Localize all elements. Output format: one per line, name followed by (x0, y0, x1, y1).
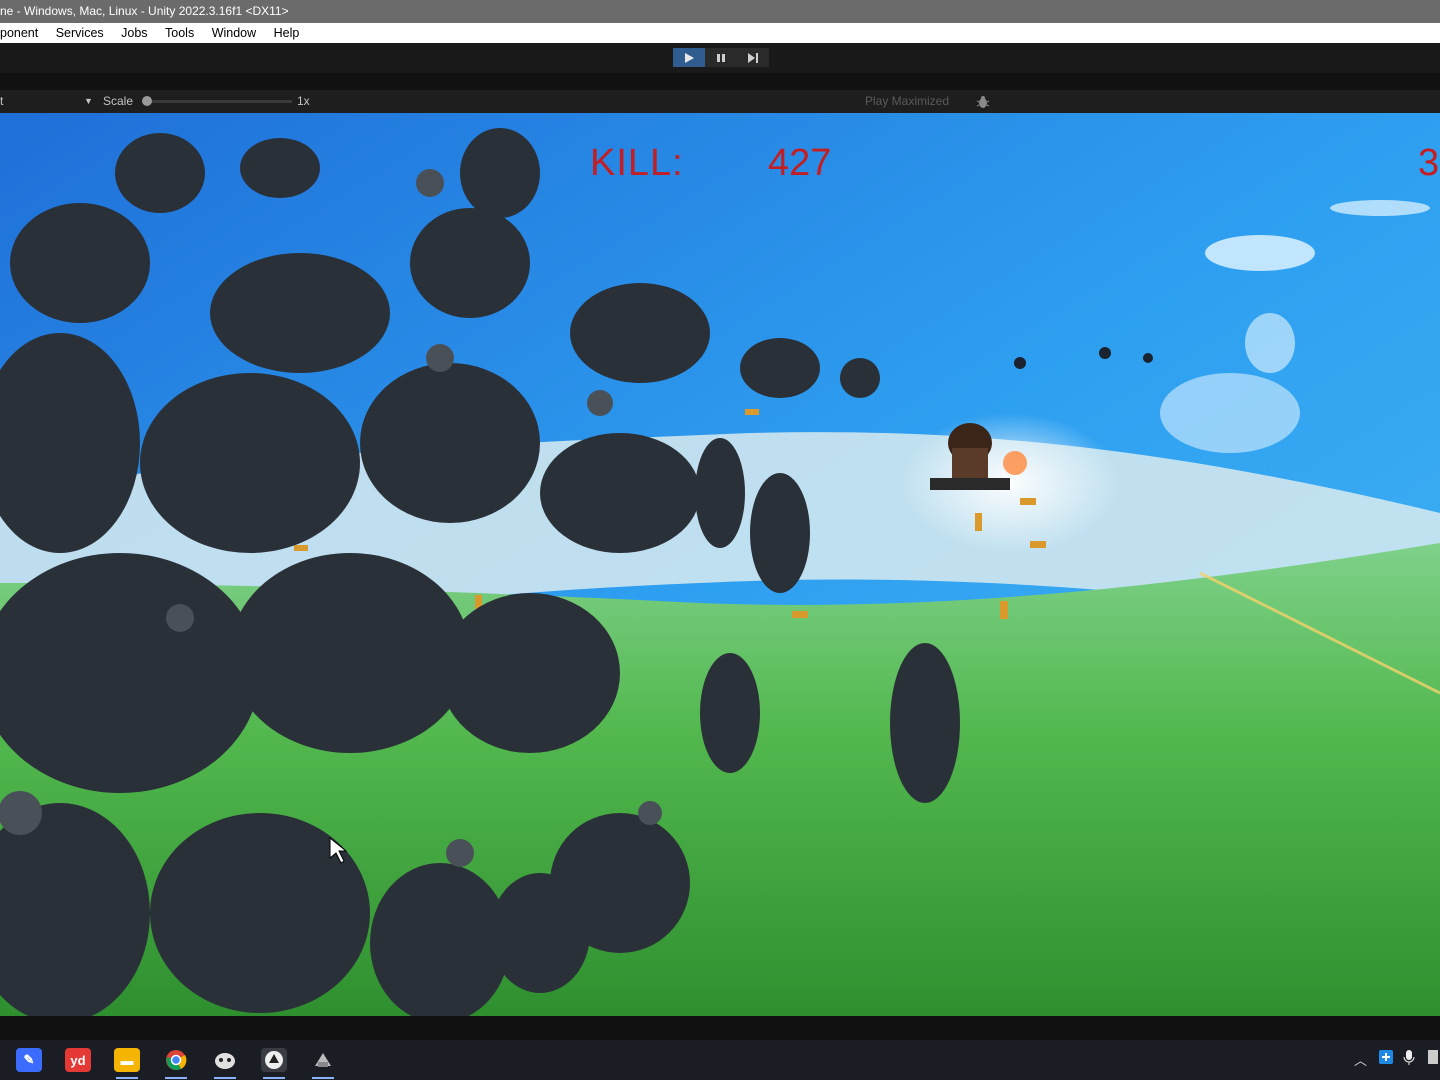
play-button[interactable] (673, 48, 705, 67)
menu-jobs[interactable]: Jobs (121, 23, 147, 43)
unity-hub-icon[interactable] (212, 1048, 238, 1079)
tray-extra-icon[interactable] (1428, 1050, 1438, 1067)
youdao-icon[interactable]: yd (65, 1048, 91, 1072)
notes-app-icon[interactable]: ✎ (16, 1048, 42, 1072)
pause-icon (717, 53, 725, 62)
main-toolbar (0, 43, 1440, 73)
file-explorer-icon[interactable]: ▬ (114, 1048, 140, 1079)
window-titlebar: ne - Windows, Mac, Linux - Unity 2022.3.… (0, 0, 1440, 23)
play-maximized-dropdown[interactable]: Play Maximized (865, 90, 949, 113)
menu-tools[interactable]: Tools (165, 23, 194, 43)
unity-editor-icon[interactable] (261, 1048, 287, 1079)
play-icon (685, 52, 694, 63)
menu-services[interactable]: Services (56, 23, 104, 43)
step-icon (748, 52, 758, 63)
game-viewport[interactable]: KILL: 427 3 (0, 113, 1440, 1016)
display-dropdown[interactable]: t ▼ (0, 90, 94, 113)
status-strip (0, 1016, 1440, 1040)
game-app-icon[interactable] (310, 1048, 336, 1079)
menu-bar: ponent Services Jobs Tools Window Help (0, 23, 1440, 43)
kill-count: 427 (768, 142, 832, 184)
menu-window[interactable]: Window (212, 23, 256, 43)
scale-slider[interactable] (142, 96, 292, 106)
chevron-up-icon[interactable]: ︿ (1354, 1050, 1367, 1069)
display-label: t (0, 94, 4, 108)
scale-slider-knob[interactable] (142, 96, 152, 106)
kill-label: KILL: (590, 142, 684, 184)
hud-right-counter: 3 (1418, 142, 1440, 184)
game-scene (0, 113, 1440, 1016)
pause-button[interactable] (705, 48, 737, 67)
scale-value: 1x (297, 94, 310, 108)
tray-app-icon[interactable] (1379, 1050, 1393, 1067)
chrome-icon[interactable] (163, 1048, 189, 1079)
game-view-toolbar: t ▼ Scale 1x Play Maximized (0, 90, 1440, 113)
microphone-icon[interactable] (1403, 1050, 1415, 1069)
tab-strip (0, 73, 1440, 90)
menu-component[interactable]: ponent (0, 23, 38, 43)
scale-label: Scale (103, 94, 134, 108)
menu-help[interactable]: Help (274, 23, 300, 43)
play-controls (673, 48, 769, 67)
window-title: ne - Windows, Mac, Linux - Unity 2022.3.… (0, 4, 289, 18)
dropdown-caret-icon: ▼ (84, 96, 93, 106)
step-button[interactable] (737, 48, 769, 67)
taskbar: ✎ yd ▬ ︿ (0, 1040, 1440, 1080)
